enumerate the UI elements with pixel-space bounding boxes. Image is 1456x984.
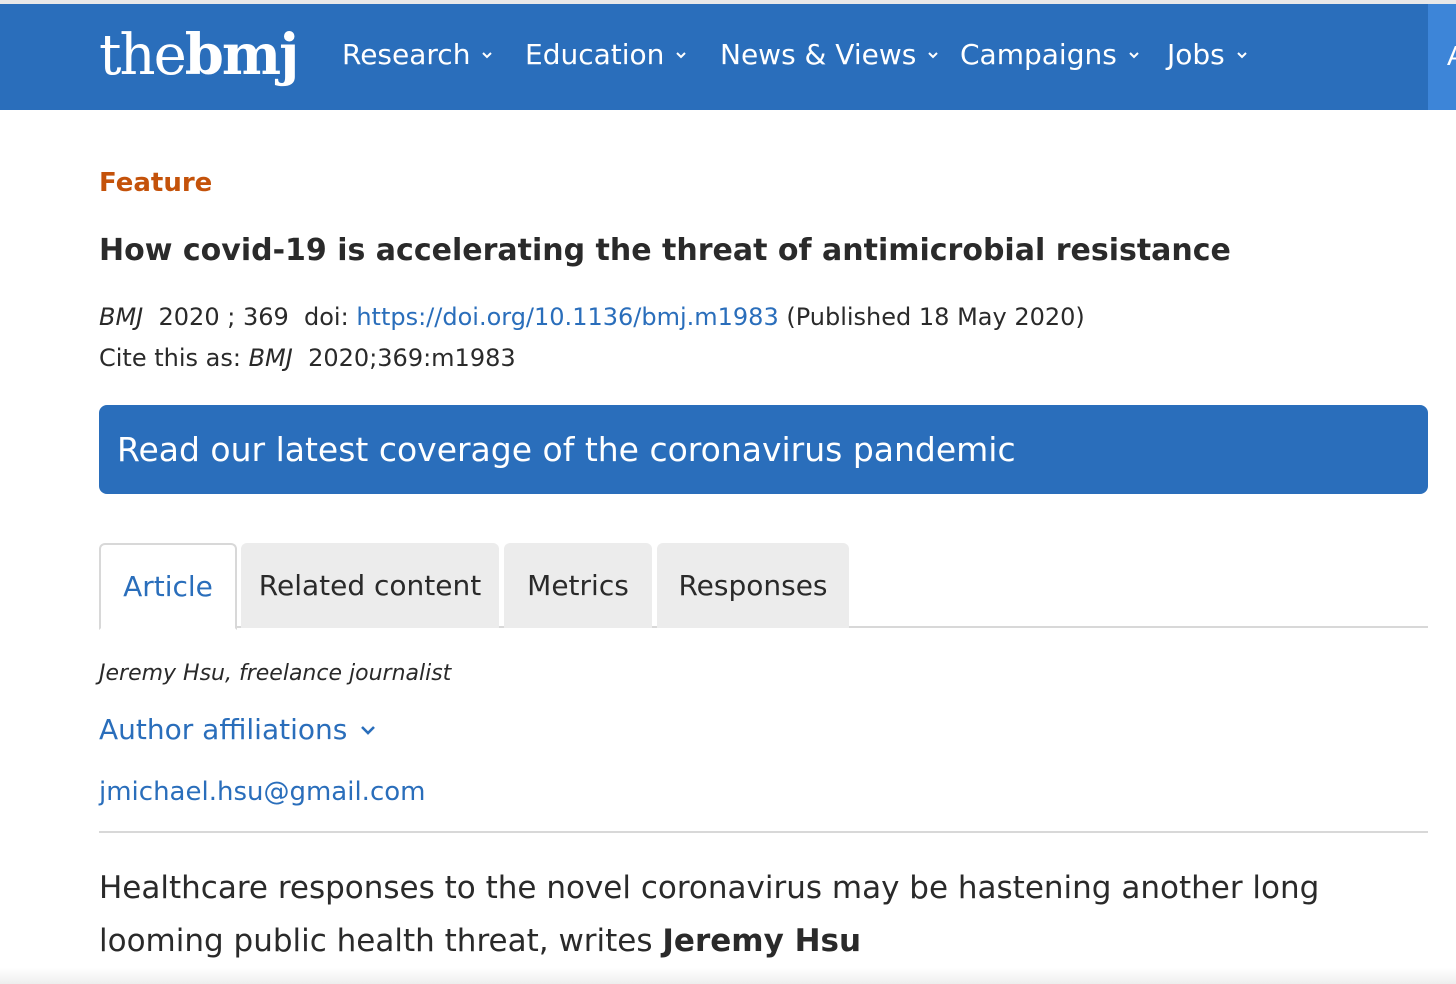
chevron-down-icon [928,51,939,58]
chevron-down-icon [361,725,376,735]
affiliations-label: Author affiliations [99,713,348,746]
journal-name: BMJ [99,303,144,331]
nav-overflow-label: A [1447,40,1456,72]
tab-label: Article [123,570,213,603]
cite-this-as: Cite this as: BMJ 2020;369:m1983 [99,344,516,372]
tab-related-content[interactable]: Related content [241,543,499,628]
chevron-down-icon [1237,51,1247,58]
author-affiliations-toggle[interactable]: Author affiliations [99,713,377,746]
nav-item-education[interactable]: Education [525,38,688,71]
author-byline: Jeremy Hsu, freelance journalist [99,661,452,686]
coronavirus-coverage-banner[interactable]: Read our latest coverage of the coronavi… [99,405,1428,494]
tab-metrics[interactable]: Metrics [504,543,652,628]
nav-item-research[interactable]: Research [342,38,494,71]
article-type: Feature [99,168,213,198]
cite-ref: 2020;369:m1983 [308,344,516,372]
tab-label: Related content [258,569,482,602]
published-date: (Published 18 May 2020) [786,303,1085,331]
article-title: How covid-19 is accelerating the threat … [99,233,1231,268]
nav-item-label: Jobs [1167,38,1225,71]
logo-the: the [99,23,187,88]
nav-item-jobs[interactable]: Jobs [1167,38,1249,71]
nav-item-label: Research [342,38,471,71]
author-email-link[interactable]: jmichael.hsu@gmail.com [99,777,425,807]
tab-label: Metrics [527,569,629,602]
bottom-fade [0,968,1456,984]
tab-responses[interactable]: Responses [657,543,849,628]
banner-text: Read our latest coverage of the coronavi… [117,430,1016,469]
nav-item-label: Campaigns [960,38,1117,71]
nav-item-campaigns[interactable]: Campaigns [960,38,1141,71]
article-tabs: Article Related content Metrics Response… [99,543,1428,630]
chevron-down-icon [482,51,493,58]
chevron-down-icon [1129,51,1139,58]
doi-label: doi: [304,303,349,331]
year-volume: 2020 ; 369 [158,303,289,331]
cite-prefix: Cite this as: [99,344,241,372]
nav-item-label: Education [525,38,665,71]
bmj-logo[interactable]: thebmj [99,22,300,88]
standfirst-author: Jeremy Hsu [662,923,862,959]
chevron-down-icon [676,51,687,58]
standfirst: Healthcare responses to the novel corona… [99,862,1429,968]
citation-line: BMJ 2020 ; 369 doi: https://doi.org/10.1… [99,303,1085,331]
tab-article[interactable]: Article [99,543,237,630]
site-header: thebmj Research Education News & Views C… [0,4,1428,110]
nav-overflow-item[interactable]: A [1428,4,1456,110]
logo-bmj: bmj [184,22,300,88]
doi-link[interactable]: https://doi.org/10.1136/bmj.m1983 [356,303,778,331]
divider [99,831,1428,833]
tab-label: Responses [678,569,828,602]
nav-item-label: News & Views [720,38,917,71]
nav-item-news-views[interactable]: News & Views [720,38,940,71]
cite-journal: BMJ [248,344,293,372]
